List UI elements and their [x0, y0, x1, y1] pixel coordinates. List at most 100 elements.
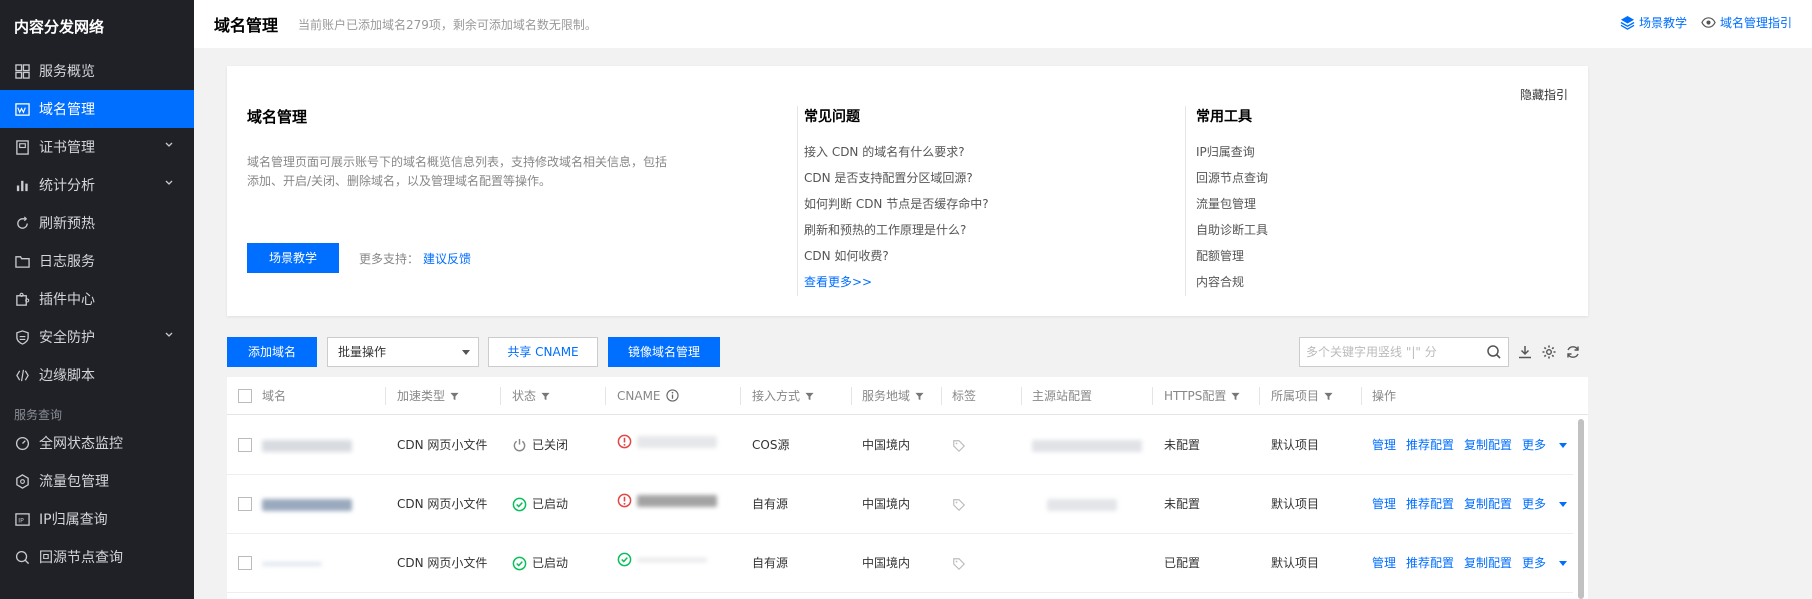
- copy-config-link[interactable]: 复制配置: [1464, 438, 1512, 452]
- sidebar-item-ip-query[interactable]: IP IP归属查询: [0, 500, 194, 538]
- tool-item[interactable]: 流量包管理: [1196, 191, 1485, 217]
- column-accel-type[interactable]: 加速类型: [397, 377, 459, 415]
- ip-icon: IP: [14, 511, 30, 527]
- domain-cell[interactable]: [262, 534, 322, 593]
- column-domain: 域名: [262, 389, 287, 403]
- faq-item[interactable]: CDN 如何收费?: [804, 243, 989, 269]
- guide-link[interactable]: 域名管理指引: [1701, 14, 1792, 31]
- column-cname-label: CNAME: [617, 389, 661, 403]
- sidebar-item-logs[interactable]: 日志服务: [0, 242, 194, 280]
- refresh-icon[interactable]: [1565, 344, 1581, 360]
- sidebar-item-origin-node[interactable]: 回源节点查询: [0, 538, 194, 576]
- certificate-icon: [14, 139, 30, 155]
- hide-guide-link[interactable]: 隐藏指引: [1520, 86, 1568, 103]
- folder-icon: [14, 253, 30, 269]
- copy-config-link[interactable]: 复制配置: [1464, 556, 1512, 570]
- plugin-icon: [14, 291, 30, 307]
- sidebar-item-overview[interactable]: 服务概览: [0, 52, 194, 90]
- column-region[interactable]: 服务地域: [862, 377, 924, 415]
- filter-icon[interactable]: [1231, 392, 1240, 401]
- manage-link[interactable]: 管理: [1372, 438, 1396, 452]
- faq-item[interactable]: CDN 是否支持配置分区域回源?: [804, 165, 989, 191]
- https-cell: 未配置: [1164, 438, 1201, 452]
- column-divider: [1259, 387, 1260, 405]
- search-icon[interactable]: [1486, 344, 1502, 360]
- page-title: 域名管理: [214, 16, 279, 35]
- more-menu[interactable]: 更多: [1522, 556, 1577, 570]
- column-access-mode[interactable]: 接入方式: [752, 377, 814, 415]
- region-cell: 中国境内: [862, 556, 911, 570]
- tool-item[interactable]: 内容合规: [1196, 269, 1485, 295]
- column-https[interactable]: HTTPS配置: [1164, 377, 1240, 415]
- tags-cell[interactable]: [952, 416, 966, 475]
- filter-icon[interactable]: [450, 392, 459, 401]
- sidebar-item-label: 日志服务: [39, 254, 95, 270]
- sidebar-item-traffic-package[interactable]: 流量包管理: [0, 462, 194, 500]
- tool-item[interactable]: 回源节点查询: [1196, 165, 1485, 191]
- status-text: 已启动: [532, 556, 569, 570]
- https-cell: 已配置: [1164, 556, 1201, 570]
- add-domain-button[interactable]: 添加域名: [227, 337, 317, 367]
- check-circle-icon: [512, 497, 527, 512]
- share-cname-button[interactable]: 共享 CNAME: [488, 337, 598, 367]
- sidebar-item-plugins[interactable]: 插件中心: [0, 280, 194, 318]
- access-mode-cell: 自有源: [752, 497, 789, 511]
- manage-link[interactable]: 管理: [1372, 497, 1396, 511]
- tool-item[interactable]: 自助诊断工具: [1196, 217, 1485, 243]
- tags-cell[interactable]: [952, 534, 966, 593]
- recommend-config-link[interactable]: 推荐配置: [1406, 438, 1454, 452]
- copy-config-link[interactable]: 复制配置: [1464, 497, 1512, 511]
- guide-cta-row: 场景教学 更多支持： 建议反馈: [247, 243, 471, 273]
- status-cell: 已启动: [512, 534, 568, 593]
- sidebar-item-domain[interactable]: 域名管理: [0, 90, 194, 128]
- tags-cell[interactable]: [952, 475, 966, 534]
- filter-icon[interactable]: [541, 392, 550, 401]
- recommend-config-link[interactable]: 推荐配置: [1406, 497, 1454, 511]
- recommend-config-link[interactable]: 推荐配置: [1406, 556, 1454, 570]
- tutorial-link[interactable]: 场景教学: [1620, 14, 1687, 31]
- chevron-down-icon: [165, 142, 173, 147]
- gear-icon[interactable]: [1541, 344, 1557, 360]
- more-menu[interactable]: 更多: [1522, 497, 1577, 511]
- row-checkbox[interactable]: [238, 438, 252, 452]
- filter-icon[interactable]: [1324, 392, 1333, 401]
- more-menu[interactable]: 更多: [1522, 438, 1577, 452]
- error-icon: [617, 493, 632, 508]
- filter-icon[interactable]: [915, 392, 924, 401]
- download-icon[interactable]: [1517, 344, 1533, 360]
- redacted-cname: [637, 435, 717, 448]
- info-icon[interactable]: [665, 389, 679, 402]
- feedback-link[interactable]: 建议反馈: [423, 252, 471, 266]
- column-project[interactable]: 所属项目: [1271, 377, 1333, 415]
- see-more-link[interactable]: 查看更多>>: [804, 273, 989, 290]
- sidebar-item-refresh[interactable]: 刷新预热: [0, 204, 194, 242]
- faq-item[interactable]: 如何判断 CDN 节点是否缓存命中?: [804, 191, 989, 217]
- select-all-checkbox[interactable]: [238, 389, 252, 403]
- sidebar-item-label: 统计分析: [39, 178, 95, 194]
- manage-link[interactable]: 管理: [1372, 556, 1396, 570]
- row-checkbox[interactable]: [238, 497, 252, 511]
- mirror-domain-button[interactable]: 镜像域名管理: [608, 337, 720, 367]
- domain-cell[interactable]: [262, 475, 352, 534]
- sidebar-item-monitor[interactable]: 全网状态监控: [0, 424, 194, 462]
- column-status-label: 状态: [512, 389, 537, 403]
- tutorial-button[interactable]: 场景教学: [247, 243, 340, 273]
- row-checkbox[interactable]: [238, 556, 252, 570]
- tool-item[interactable]: 配额管理: [1196, 243, 1485, 269]
- faq-item[interactable]: 刷新和预热的工作原理是什么?: [804, 217, 989, 243]
- search-input[interactable]: [1300, 338, 1480, 366]
- column-status[interactable]: 状态: [512, 377, 550, 415]
- batch-operation-select[interactable]: 批量操作: [327, 337, 479, 367]
- domain-cell[interactable]: [262, 416, 352, 475]
- faq-item[interactable]: 接入 CDN 的域名有什么要求?: [804, 139, 989, 165]
- table-scrollbar[interactable]: [1578, 419, 1584, 599]
- faq-title: 常见问题: [804, 109, 860, 125]
- sidebar-item-security[interactable]: 安全防护: [0, 318, 194, 356]
- filter-icon[interactable]: [805, 392, 814, 401]
- batch-operation-value: 批量操作: [338, 345, 387, 359]
- sidebar-item-edge-script[interactable]: 边缘脚本: [0, 356, 194, 394]
- sidebar-item-label: 刷新预热: [39, 216, 95, 232]
- sidebar-item-certificate[interactable]: 证书管理: [0, 128, 194, 166]
- tool-item[interactable]: IP归属查询: [1196, 139, 1485, 165]
- sidebar-item-statistics[interactable]: 统计分析: [0, 166, 194, 204]
